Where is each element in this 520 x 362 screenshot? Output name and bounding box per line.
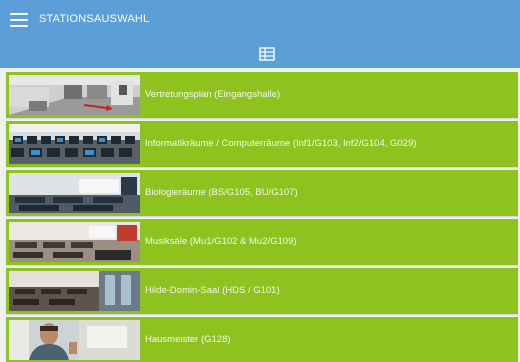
station-item-musiksaele[interactable]: Musiksäle (Mu1/G102 & Mu2/G109) — [6, 219, 518, 265]
station-item-informatikraeume[interactable]: Informatikräume / Computerräume (Inf1/G1… — [6, 121, 518, 167]
station-label: Musiksäle (Mu1/G102 & Mu2/G109) — [145, 236, 297, 247]
station-item-hausmeister[interactable]: Hausmeister (G128) — [6, 317, 518, 362]
station-label: Hilde-Domin-Saal (HDS / G101) — [145, 285, 280, 296]
station-label: Informatikräume / Computerräume (Inf1/G1… — [145, 138, 417, 149]
station-label: Vertretungsplan (Eingangshalle) — [145, 89, 281, 100]
table-view-icon[interactable] — [259, 47, 275, 61]
app-screen: STATIONSAUSWAHL Vertretungsplan (Eingang… — [0, 0, 520, 362]
biology-room-photo — [9, 173, 140, 213]
caretaker-photo — [9, 320, 140, 360]
page-title: STATIONSAUSWAHL — [39, 13, 150, 25]
station-label: Biologieräume (BS/G105, BU/G107) — [145, 187, 298, 198]
computer-lab-photo — [9, 124, 140, 164]
music-room-photo — [9, 222, 140, 262]
hallway-photo — [9, 75, 140, 115]
station-item-vertretungsplan[interactable]: Vertretungsplan (Eingangshalle) — [6, 72, 518, 118]
station-label: Hausmeister (G128) — [145, 334, 231, 345]
station-item-hilde-domin-saal[interactable]: Hilde-Domin-Saal (HDS / G101) — [6, 268, 518, 314]
app-bar: STATIONSAUSWAHL — [0, 0, 520, 68]
hall-photo — [9, 271, 140, 311]
station-item-biologieraeume[interactable]: Biologieräume (BS/G105, BU/G107) — [6, 170, 518, 216]
hamburger-menu-icon[interactable] — [10, 13, 28, 27]
